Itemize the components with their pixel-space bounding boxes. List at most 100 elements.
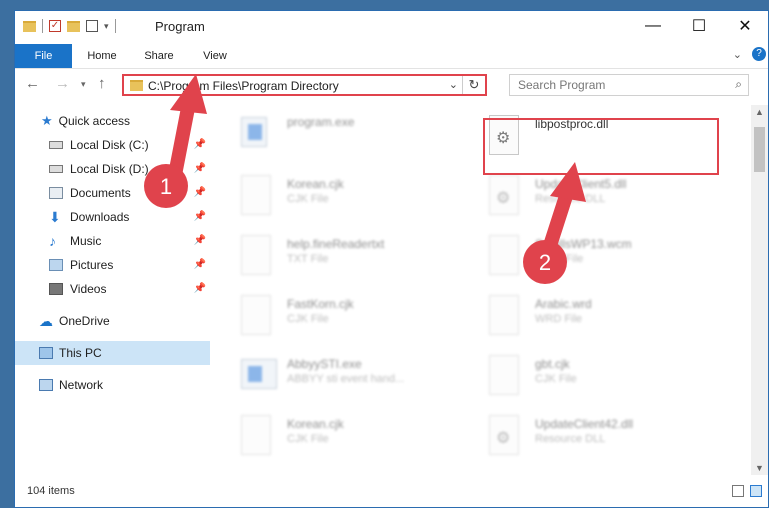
navigation-pane: ★ Quick access Local Disk (C:) 📌 Local D… <box>15 105 210 475</box>
file-type: CJK File <box>535 373 577 385</box>
close-button[interactable]: ✕ <box>722 11 768 41</box>
file-item[interactable]: AbbyySTI.exe ABBYY sti event hand... <box>235 353 467 409</box>
sidebar-item-label: Quick access <box>58 114 131 128</box>
tab-view[interactable]: View <box>190 44 240 68</box>
file-item[interactable]: gbt.cjk CJK File <box>483 353 715 409</box>
sidebar-item-local-disk-d[interactable]: Local Disk (D:) 📌 <box>15 157 210 181</box>
quick-access-toolbar: ✓ ▾ <box>23 19 116 33</box>
documents-icon <box>49 187 63 199</box>
up-arrow-icon[interactable]: ↑ <box>98 75 106 92</box>
chevron-down-icon[interactable]: ▾ <box>104 21 109 32</box>
network-icon <box>39 379 53 391</box>
new-folder-icon[interactable] <box>67 20 80 32</box>
file-item[interactable]: program.exe <box>235 111 467 167</box>
file-item[interactable]: Arabic.wrd WRD File <box>483 293 715 349</box>
drive-icon <box>49 141 63 149</box>
address-path[interactable]: C:\Program Files\Program Directory <box>148 79 339 93</box>
tab-share[interactable]: Share <box>134 44 184 68</box>
file-type: TXT File <box>287 253 329 265</box>
properties-check-icon[interactable]: ✓ <box>49 20 61 32</box>
minimize-button[interactable]: — <box>630 11 676 41</box>
pin-icon[interactable]: 📌 <box>194 259 206 270</box>
search-box[interactable]: Search Program ⌕ <box>509 74 749 96</box>
file-type: CJK File <box>287 433 329 445</box>
computer-icon <box>39 347 53 359</box>
tab-home[interactable]: Home <box>77 44 127 68</box>
explorer-window: ✓ ▾ Program — ☐ ✕ File Home Share View ⌄… <box>14 10 769 508</box>
address-bar[interactable]: C:\Program Files\Program Directory ⌄ ↻ <box>122 74 487 96</box>
sidebar-item-label: Network <box>59 378 104 392</box>
sidebar-item-pictures[interactable]: Pictures 📌 <box>15 253 210 277</box>
sidebar-item-label: Pictures <box>70 258 114 272</box>
file-item[interactable]: FastKorn.cjk CJK File <box>235 293 467 349</box>
file-icon <box>489 295 519 335</box>
pin-icon[interactable]: 📌 <box>194 235 206 246</box>
file-type: Resource DLL <box>535 193 606 205</box>
file-type: WCM File <box>535 253 584 265</box>
pin-icon[interactable]: 📌 <box>194 187 206 198</box>
file-type: Resource DLL <box>535 433 606 445</box>
sidebar-item-label: OneDrive <box>59 314 110 328</box>
pin-icon[interactable]: 📌 <box>194 163 206 174</box>
file-name: UpdateClient5.dll <box>535 177 627 191</box>
sidebar-item-music[interactable]: ♪ Music 📌 <box>15 229 210 253</box>
sidebar-item-documents[interactable]: Documents 📌 <box>15 181 210 205</box>
file-item[interactable]: Korean.cjk CJK File <box>235 173 467 229</box>
file-name: Korean.cjk <box>287 417 344 431</box>
drive-icon <box>49 165 63 173</box>
sidebar-item-label: Music <box>70 234 102 248</box>
recent-locations-icon[interactable]: ▾ <box>81 79 86 90</box>
file-icon <box>489 235 519 275</box>
details-view-icon[interactable] <box>732 485 744 497</box>
sidebar-item-videos[interactable]: Videos 📌 <box>15 277 210 301</box>
scroll-down-icon[interactable]: ▼ <box>755 463 764 473</box>
scroll-up-icon[interactable]: ▲ <box>755 107 764 117</box>
refresh-icon[interactable]: ↻ <box>462 76 485 94</box>
cloud-icon: ☁ <box>39 312 53 329</box>
file-name: AbbyySTI.exe <box>287 357 362 371</box>
sidebar-item-label: Local Disk (C:) <box>70 138 149 152</box>
exe-icon <box>241 117 267 147</box>
file-name: FastKorn.cjk <box>287 297 354 311</box>
exe-icon <box>241 359 277 389</box>
scroll-thumb[interactable] <box>754 127 765 172</box>
sidebar-item-local-disk-c[interactable]: Local Disk (C:) 📌 <box>15 133 210 157</box>
file-item[interactable]: help.fineReadertxt TXT File <box>235 233 467 289</box>
help-icon[interactable]: ? <box>752 47 766 61</box>
pin-icon[interactable]: 📌 <box>194 211 206 222</box>
file-icon <box>489 355 519 395</box>
sidebar-item-onedrive[interactable]: ☁ OneDrive <box>15 309 210 333</box>
file-name: Korean.cjk <box>287 177 344 191</box>
customize-toolbar-icon[interactable] <box>86 20 98 32</box>
toolbar-divider <box>114 19 116 33</box>
sidebar-item-label: Local Disk (D:) <box>70 162 149 176</box>
forward-arrow-icon[interactable]: → <box>55 75 70 92</box>
folder-icon[interactable] <box>23 20 36 32</box>
item-count: 104 items <box>27 485 75 497</box>
vertical-scrollbar[interactable]: ▲ ▼ <box>751 105 768 475</box>
search-placeholder[interactable]: Search Program <box>518 78 605 92</box>
file-name: SmallsWP13.wcm <box>535 237 632 251</box>
file-item[interactable]: UpdateClient5.dll Resource DLL <box>483 173 715 229</box>
file-item[interactable]: SmallsWP13.wcm WCM File <box>483 233 715 289</box>
address-dropdown-icon[interactable]: ⌄ <box>449 78 458 91</box>
chevron-down-icon[interactable]: ⌄ <box>733 48 742 61</box>
maximize-button[interactable]: ☐ <box>676 11 722 41</box>
large-icons-view-icon[interactable] <box>750 485 762 497</box>
sidebar-item-downloads[interactable]: ⬇ Downloads 📌 <box>15 205 210 229</box>
sidebar-item-network[interactable]: Network <box>15 373 210 397</box>
ribbon-tabs: File Home Share View ⌄ ? <box>15 44 768 69</box>
file-type: WRD File <box>535 313 583 325</box>
search-icon[interactable]: ⌕ <box>735 77 742 92</box>
file-item[interactable]: Korean.cjk CJK File <box>235 413 467 469</box>
sidebar-item-quick-access[interactable]: ★ Quick access <box>15 109 210 133</box>
sidebar-item-this-pc[interactable]: This PC <box>15 341 210 365</box>
file-item[interactable]: UpdateClient42.dll Resource DLL <box>483 413 715 469</box>
file-icon <box>241 415 271 455</box>
pin-icon[interactable]: 📌 <box>194 139 206 150</box>
tab-file[interactable]: File <box>15 44 72 68</box>
back-arrow-icon[interactable]: ← <box>25 75 40 92</box>
music-icon: ♪ <box>49 233 56 249</box>
pin-icon[interactable]: 📌 <box>194 283 206 294</box>
file-name: UpdateClient42.dll <box>535 417 634 431</box>
